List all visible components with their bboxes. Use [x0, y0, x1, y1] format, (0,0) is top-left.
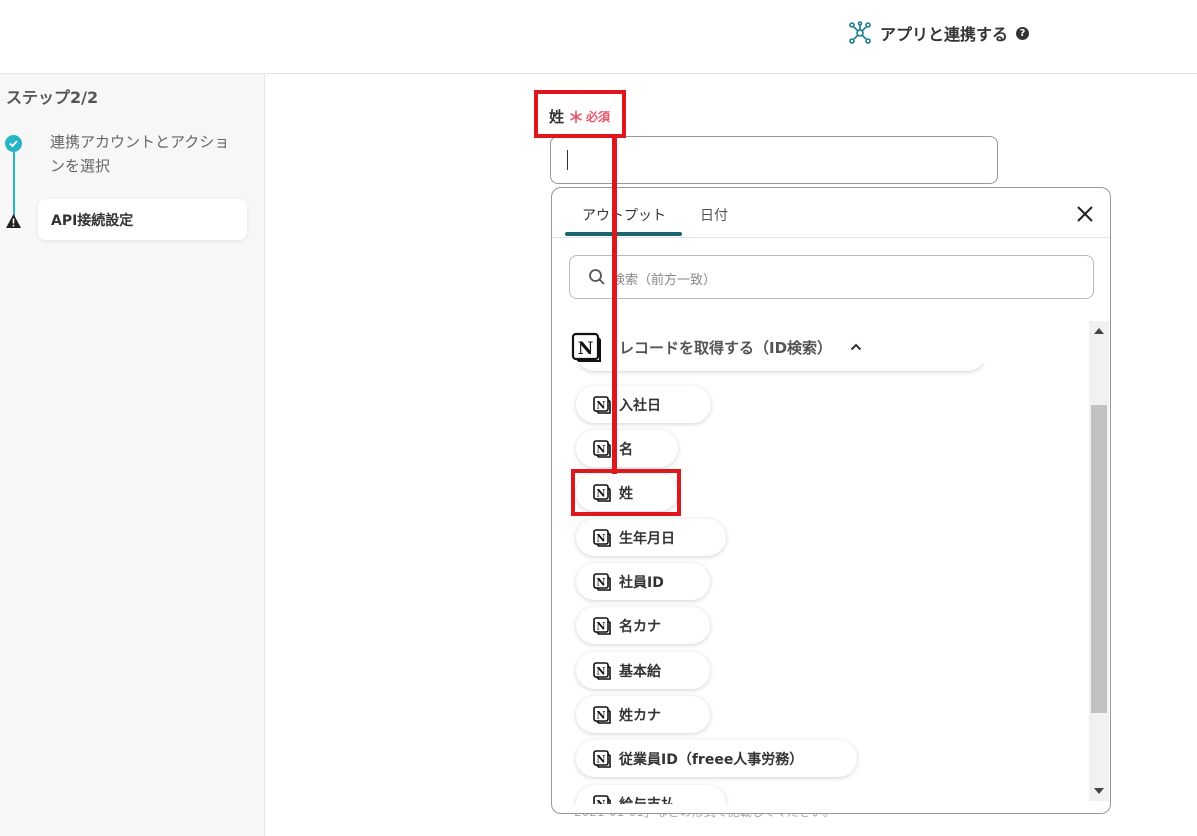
list-item[interactable]: N 給与支払 [576, 785, 726, 804]
step-counter: ステップ2/2 [6, 88, 99, 107]
step-item-select-action[interactable]: 連携アカウントとアクションを選択 [50, 130, 240, 178]
text-caret [567, 150, 568, 170]
list-scrollbar[interactable] [1089, 321, 1109, 801]
list-item-label: 社員ID [619, 574, 664, 591]
list-item[interactable]: N 生年月日 [576, 519, 726, 556]
list-item[interactable]: N 従業員ID（freee人事労務） [576, 740, 857, 777]
top-bar: アプリと連携する ? [0, 0, 1197, 74]
list-item[interactable]: N 名 [576, 430, 678, 467]
highlight-connector-line [612, 134, 617, 474]
search-placeholder: 検索（前方一致） [612, 273, 717, 288]
chevron-up-icon[interactable] [850, 343, 862, 351]
svg-text:N: N [578, 339, 594, 359]
list-item-label: 給与支払 [619, 794, 675, 805]
close-icon[interactable] [1075, 204, 1095, 224]
svg-text:N: N [596, 400, 605, 411]
notion-icon: N [593, 705, 611, 724]
list-item-label: 名カナ [619, 618, 661, 635]
svg-text:N: N [596, 754, 605, 765]
list-item-label: 生年月日 [619, 530, 675, 547]
list-item[interactable]: N 社員ID [576, 563, 710, 600]
timeline-line [13, 152, 15, 220]
svg-text:N: N [596, 799, 605, 804]
step-item-api-settings[interactable]: API接続設定 [38, 199, 247, 240]
tab-output[interactable]: アウトプット [582, 205, 666, 225]
list-item[interactable]: N 基本給 [576, 652, 710, 689]
group-title: レコードを取得する（ID検索） [619, 338, 833, 357]
list-item-label: 基本給 [619, 663, 661, 680]
notion-icon: N [593, 794, 611, 804]
svg-text:N: N [596, 577, 605, 588]
svg-text:N: N [596, 621, 605, 632]
link-app-label: アプリと連携する [880, 25, 1009, 44]
scroll-up-arrow-icon[interactable] [1094, 328, 1104, 334]
notion-icon: N [593, 661, 611, 680]
list-item-label: 名 [619, 441, 633, 458]
link-app-button[interactable]: アプリと連携する ? [848, 18, 1030, 48]
sidebar: ステップ2/2 連携アカウントとアクションを選択 API接続設定 [0, 74, 265, 836]
picker-tabs: アウトプット 日付 [552, 188, 1110, 238]
list-item[interactable]: N 入社日 [576, 386, 711, 423]
svg-text:N: N [596, 533, 605, 544]
tab-date[interactable]: 日付 [700, 205, 728, 225]
notion-icon: N [593, 749, 611, 768]
notion-icon: N [593, 572, 611, 591]
output-list: N 入社日 N 名 N 姓 N 生年月日 N 社員ID N 名カナ N 基本給 … [552, 364, 1087, 804]
list-item-label: 従業員ID（freee人事労務） [619, 751, 804, 768]
scrollbar-thumb[interactable] [1091, 405, 1107, 713]
list-item[interactable] [576, 364, 986, 371]
network-icon [849, 21, 871, 44]
scroll-down-arrow-icon[interactable] [1094, 788, 1104, 794]
notion-icon: N [571, 332, 601, 362]
svg-text:N: N [596, 444, 605, 455]
notion-icon: N [593, 528, 611, 547]
highlight-box-field-label [534, 90, 626, 138]
list-item-label: 姓カナ [619, 707, 661, 724]
last-name-input[interactable] [550, 136, 998, 184]
notion-icon: N [593, 439, 611, 458]
list-item[interactable]: N 名カナ [576, 607, 710, 644]
step-item-label: API接続設定 [51, 213, 134, 229]
search-icon [589, 269, 605, 285]
svg-text:N: N [596, 710, 605, 721]
svg-text:N: N [596, 666, 605, 677]
help-icon[interactable]: ? [1016, 26, 1030, 40]
notion-icon: N [593, 616, 611, 635]
highlight-box-selected-item [571, 469, 681, 516]
list-item-label: 入社日 [619, 397, 661, 414]
warning-icon [6, 214, 21, 228]
notion-icon: N [593, 395, 611, 414]
search-input[interactable]: 検索（前方一致） [569, 255, 1094, 299]
list-item[interactable]: N 姓カナ [576, 696, 710, 733]
check-circle-icon [5, 135, 22, 152]
active-tab-indicator [565, 232, 682, 236]
